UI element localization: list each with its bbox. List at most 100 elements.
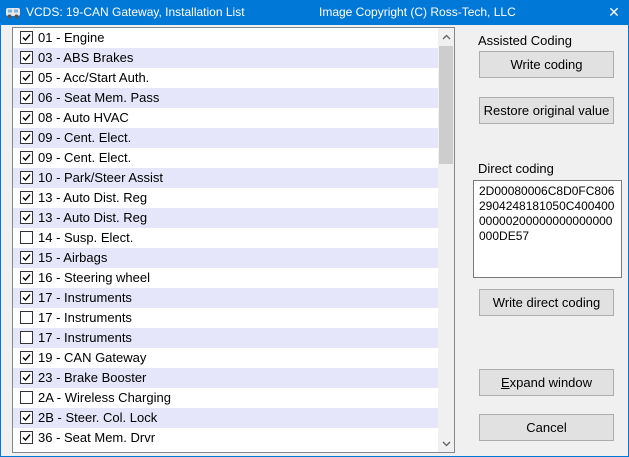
list-item[interactable]: 10 - Park/Steer Assist	[13, 168, 439, 188]
list-item[interactable]: 14 - Susp. Elect.	[13, 228, 439, 248]
write-direct-coding-button[interactable]: Write direct coding	[479, 289, 614, 316]
module-label: 15 - Airbags	[38, 250, 108, 265]
module-checkbox[interactable]	[20, 111, 33, 124]
module-label: 23 - Brake Booster	[38, 370, 147, 385]
checkmark-icon	[22, 294, 31, 302]
module-label: 36 - Seat Mem. Drvr	[38, 430, 156, 445]
module-label: 13 - Auto Dist. Reg	[38, 190, 148, 205]
list-item[interactable]: 19 - CAN Gateway	[13, 348, 439, 368]
chevron-up-icon	[442, 34, 450, 39]
module-checkbox[interactable]	[20, 91, 33, 104]
module-checkbox[interactable]	[20, 431, 33, 444]
module-checkbox[interactable]	[20, 231, 33, 244]
write-coding-label: Write coding	[510, 57, 583, 72]
list-item[interactable]: 17 - Instruments	[13, 308, 439, 328]
installation-list[interactable]: 01 - Engine 03 - ABS Brakes 05 - Acc/Start…	[12, 27, 455, 453]
checkmark-icon	[22, 114, 31, 122]
list-item[interactable]: 13 - Auto Dist. Reg	[13, 188, 439, 208]
module-label: 2B - Steer. Col. Lock	[38, 410, 158, 425]
cancel-button[interactable]: Cancel	[479, 414, 614, 441]
list-item[interactable]: 17 - Instruments	[13, 288, 439, 308]
write-coding-button[interactable]: Write coding	[479, 51, 614, 78]
checkmark-icon	[22, 374, 31, 382]
direct-coding-label: Direct coding	[478, 161, 554, 176]
module-checkbox[interactable]	[20, 311, 33, 324]
module-label: 17 - Instruments	[38, 290, 132, 305]
module-checkbox[interactable]	[20, 291, 33, 304]
checkmark-icon	[22, 154, 31, 162]
list-item[interactable]: 08 - Auto HVAC	[13, 108, 439, 128]
list-item[interactable]: 2B - Steer. Col. Lock	[13, 408, 439, 428]
list-item[interactable]: 06 - Seat Mem. Pass	[13, 88, 439, 108]
module-label: 06 - Seat Mem. Pass	[38, 90, 160, 105]
checkmark-icon	[22, 54, 31, 62]
expand-window-mnemonic: E	[500, 375, 510, 390]
expand-window-rest: xpand window	[509, 375, 593, 390]
checkmark-icon	[22, 134, 31, 142]
vcds-app-icon	[6, 8, 20, 19]
scrollbar-thumb[interactable]	[439, 46, 453, 164]
module-label: 13 - Auto Dist. Reg	[38, 210, 148, 225]
module-checkbox[interactable]	[20, 151, 33, 164]
module-label: 08 - Auto HVAC	[38, 110, 129, 125]
list-item[interactable]: 13 - Auto Dist. Reg	[13, 208, 439, 228]
checkmark-icon	[22, 94, 31, 102]
module-checkbox[interactable]	[20, 131, 33, 144]
module-checkbox[interactable]	[20, 211, 33, 224]
close-icon: ✕	[608, 4, 620, 20]
title-bar[interactable]: VCDS: 19-CAN Gateway, Installation List …	[0, 0, 629, 25]
list-item[interactable]: 23 - Brake Booster	[13, 368, 439, 388]
module-checkbox[interactable]	[20, 271, 33, 284]
checkmark-icon	[22, 414, 31, 422]
module-checkbox[interactable]	[20, 251, 33, 264]
direct-coding-field[interactable]: 2D00080006C8D0FC8062904248181050C4004000…	[473, 180, 622, 278]
module-label: 10 - Park/Steer Assist	[38, 170, 163, 185]
list-item[interactable]: 16 - Steering wheel	[13, 268, 439, 288]
cancel-label: Cancel	[526, 420, 567, 435]
module-checkbox[interactable]	[20, 191, 33, 204]
module-label: 01 - Engine	[38, 30, 105, 45]
module-label: 19 - CAN Gateway	[38, 350, 147, 365]
list-item[interactable]: 01 - Engine	[13, 28, 439, 48]
write-direct-coding-label: Write direct coding	[492, 295, 601, 310]
module-checkbox[interactable]	[20, 171, 33, 184]
module-label: 14 - Susp. Elect.	[38, 230, 134, 245]
scroll-up-button[interactable]	[438, 28, 454, 45]
module-checkbox[interactable]	[20, 351, 33, 364]
window-title: VCDS: 19-CAN Gateway, Installation List	[26, 5, 245, 19]
scroll-down-button[interactable]	[438, 435, 454, 452]
list-item[interactable]: 05 - Acc/Start Auth.	[13, 68, 439, 88]
close-button[interactable]: ✕	[599, 0, 629, 25]
chevron-down-icon	[442, 441, 450, 446]
module-checkbox[interactable]	[20, 371, 33, 384]
restore-original-label: Restore original value	[483, 103, 610, 118]
module-checkbox[interactable]	[20, 31, 33, 44]
window-client: 01 - Engine 03 - ABS Brakes 05 - Acc/Start…	[0, 25, 629, 457]
module-checkbox[interactable]	[20, 71, 33, 84]
list-item[interactable]: 2A - Wireless Charging	[13, 388, 439, 408]
module-checkbox[interactable]	[20, 411, 33, 424]
list-item[interactable]: 15 - Airbags	[13, 248, 439, 268]
assisted-coding-label: Assisted Coding	[478, 33, 572, 48]
expand-window-button[interactable]: Expand window	[479, 369, 614, 396]
list-item[interactable]: 09 - Cent. Elect.	[13, 128, 439, 148]
module-checkbox[interactable]	[20, 331, 33, 344]
checkmark-icon	[22, 174, 31, 182]
module-checkbox[interactable]	[20, 51, 33, 64]
list-item[interactable]: 09 - Cent. Elect.	[13, 148, 439, 168]
module-label: 16 - Steering wheel	[38, 270, 151, 285]
checkmark-icon	[22, 274, 31, 282]
copyright-text: Image Copyright (C) Ross-Tech, LLC	[319, 5, 516, 19]
checkmark-icon	[22, 434, 31, 442]
list-item[interactable]: 03 - ABS Brakes	[13, 48, 439, 68]
module-checkbox[interactable]	[20, 391, 33, 404]
checkmark-icon	[22, 74, 31, 82]
vertical-scrollbar[interactable]	[438, 28, 454, 452]
checkmark-icon	[22, 34, 31, 42]
module-label: 17 - Instruments	[38, 310, 132, 325]
list-item[interactable]: 17 - Instruments	[13, 328, 439, 348]
checkmark-icon	[22, 354, 31, 362]
list-item[interactable]: 36 - Seat Mem. Drvr	[13, 428, 439, 448]
restore-original-button[interactable]: Restore original value	[479, 97, 614, 124]
checkmark-icon	[22, 214, 31, 222]
